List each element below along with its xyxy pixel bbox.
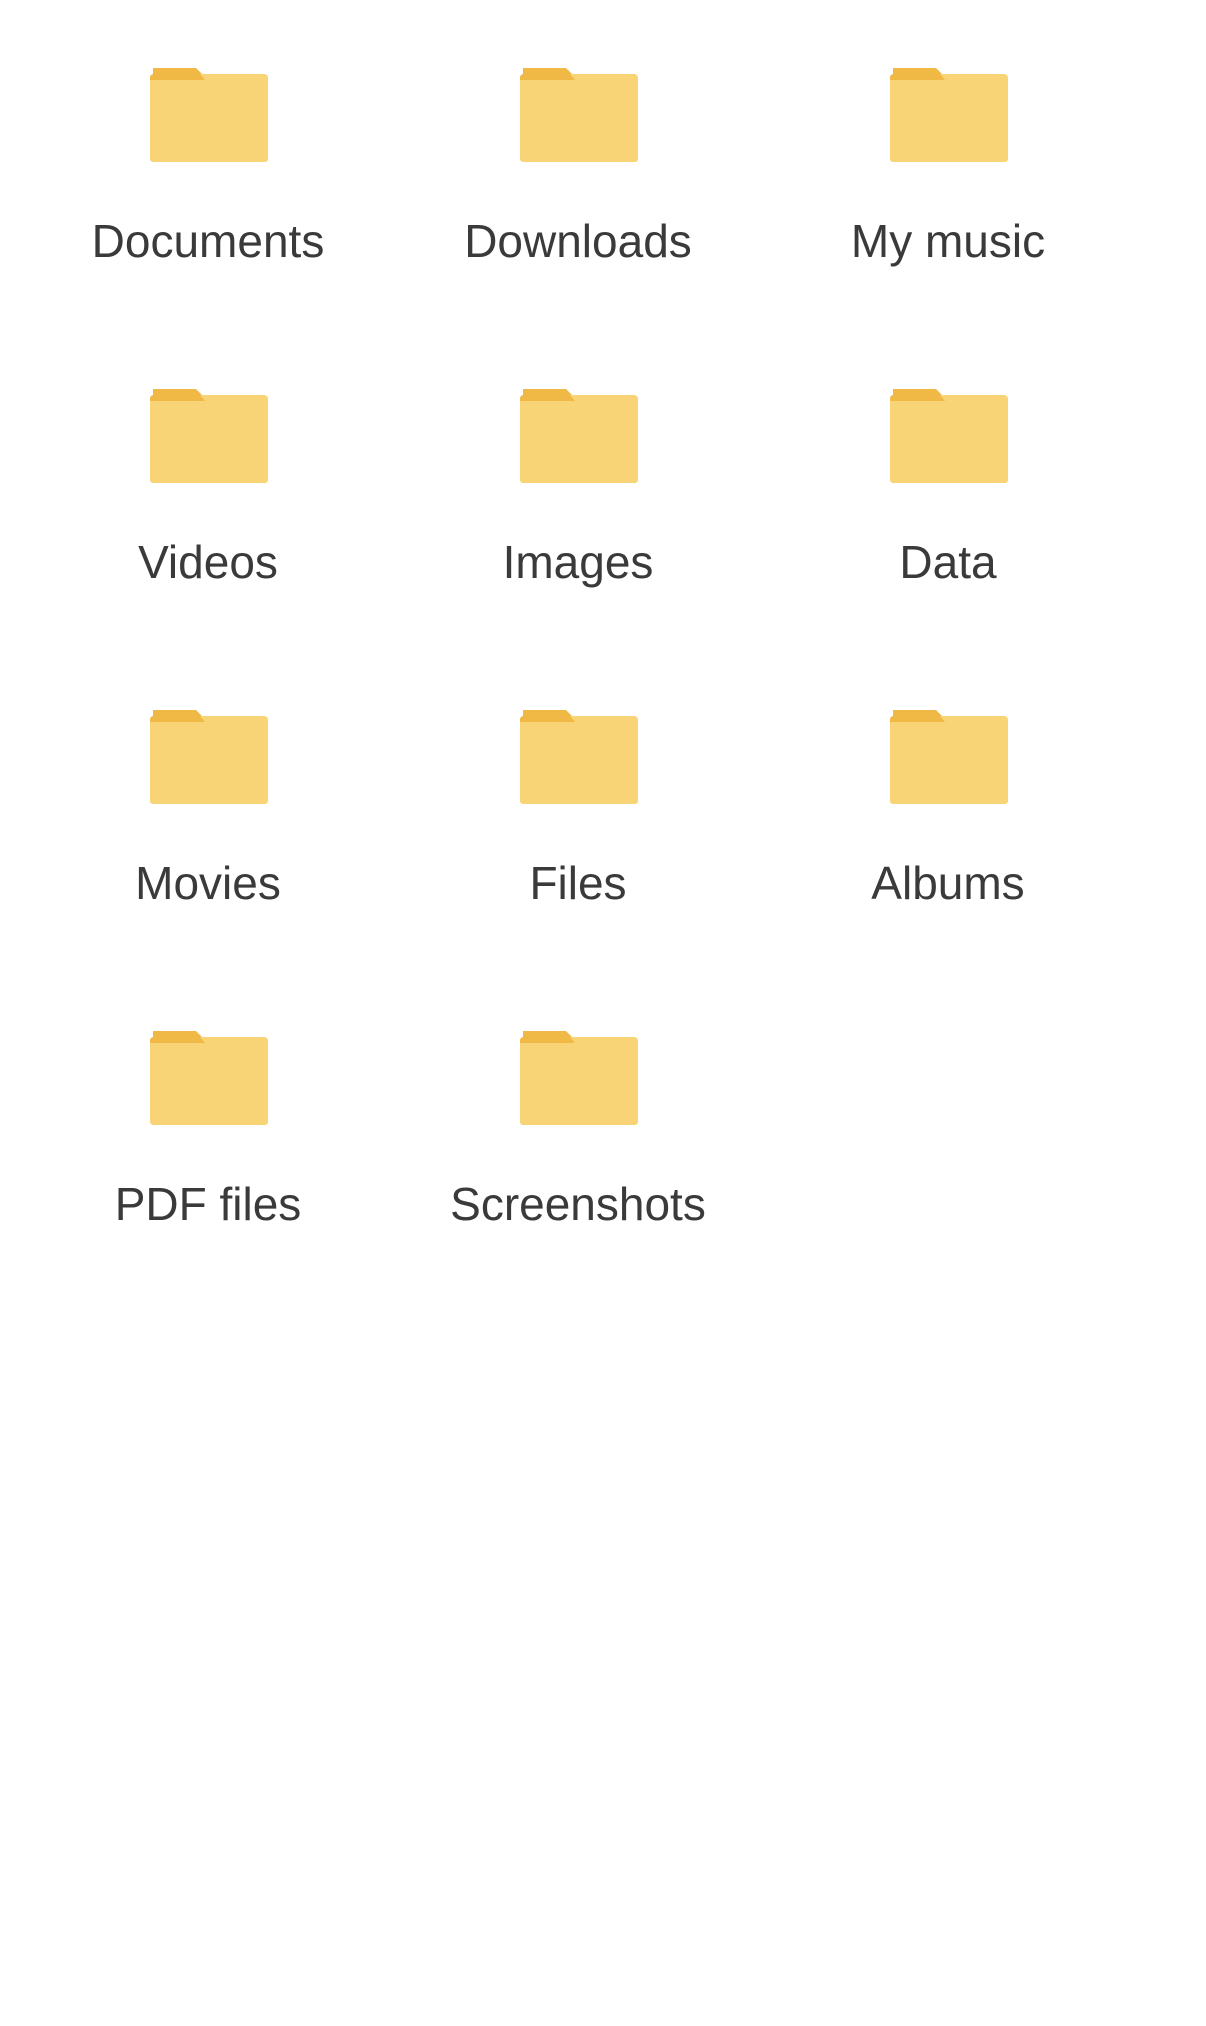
folder-label: Movies bbox=[135, 857, 281, 909]
folder-icon bbox=[150, 1029, 268, 1125]
folder-item-movies[interactable]: Movies bbox=[23, 642, 393, 963]
folder-label: Data bbox=[899, 536, 997, 588]
folder-item-images[interactable]: Images bbox=[393, 321, 763, 642]
folder-item-documents[interactable]: Documents bbox=[23, 0, 393, 321]
folder-item-albums[interactable]: Albums bbox=[763, 642, 1133, 963]
folder-icon bbox=[890, 708, 1008, 804]
folder-label: PDF files bbox=[114, 1178, 302, 1230]
folder-label: Albums bbox=[871, 857, 1025, 909]
folder-item-files[interactable]: Files bbox=[393, 642, 763, 963]
folder-icon bbox=[150, 387, 268, 483]
folder-label: Documents bbox=[91, 215, 325, 267]
folder-label: Images bbox=[502, 536, 654, 588]
folder-icon bbox=[890, 387, 1008, 483]
folder-label: My music bbox=[850, 215, 1046, 267]
folder-icon bbox=[520, 66, 638, 162]
folder-item-downloads[interactable]: Downloads bbox=[393, 0, 763, 321]
folder-icon bbox=[150, 66, 268, 162]
folder-label: Downloads bbox=[464, 215, 692, 267]
folder-icon bbox=[890, 66, 1008, 162]
folder-label: Screenshots bbox=[450, 1178, 706, 1230]
folder-icon bbox=[520, 1029, 638, 1125]
folder-icon bbox=[520, 708, 638, 804]
folder-label: Videos bbox=[138, 536, 278, 588]
folder-item-screenshots[interactable]: Screenshots bbox=[393, 963, 763, 1284]
folder-item-my-music[interactable]: My music bbox=[763, 0, 1133, 321]
folder-label: Files bbox=[529, 857, 627, 909]
folder-icon bbox=[150, 708, 268, 804]
folder-grid: Documents Downloads My music Videos Imag… bbox=[0, 0, 1206, 1284]
folder-item-videos[interactable]: Videos bbox=[23, 321, 393, 642]
folder-item-data[interactable]: Data bbox=[763, 321, 1133, 642]
folder-item-pdf-files[interactable]: PDF files bbox=[23, 963, 393, 1284]
folder-icon bbox=[520, 387, 638, 483]
